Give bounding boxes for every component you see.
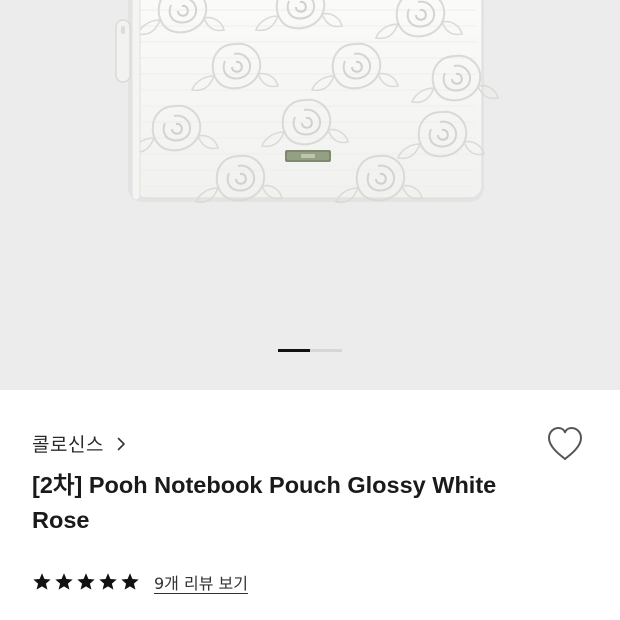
product-detail-page: 콜로신스 [2차] Pooh Notebook Pouch Glossy Whi… xyxy=(0,0,620,620)
brand-link[interactable]: 콜로신스 xyxy=(32,430,128,457)
heart-outline-icon[interactable] xyxy=(546,426,584,462)
star-icon xyxy=(77,573,95,590)
product-title: [2차] Pooh Notebook Pouch Glossy White Ro… xyxy=(32,472,497,533)
chevron-right-icon xyxy=(117,437,125,450)
star-icon xyxy=(121,573,139,590)
product-photo xyxy=(0,0,620,390)
pager-dot-active[interactable] xyxy=(278,349,310,352)
star-rating xyxy=(32,572,140,592)
star-icon xyxy=(55,573,73,590)
brand-name[interactable]: 콜로신스 xyxy=(32,430,104,457)
review-link[interactable]: 9개 리뷰 보기 xyxy=(154,570,248,594)
gallery-pager[interactable] xyxy=(278,349,342,352)
rating-row: 9개 리뷰 보기 xyxy=(32,570,248,594)
pager-dot[interactable] xyxy=(310,349,342,352)
star-icon xyxy=(99,573,117,590)
product-image-gallery[interactable] xyxy=(0,0,620,390)
product-info-section: 콜로신스 [2차] Pooh Notebook Pouch Glossy Whi… xyxy=(0,390,620,620)
star-icon xyxy=(33,573,51,590)
